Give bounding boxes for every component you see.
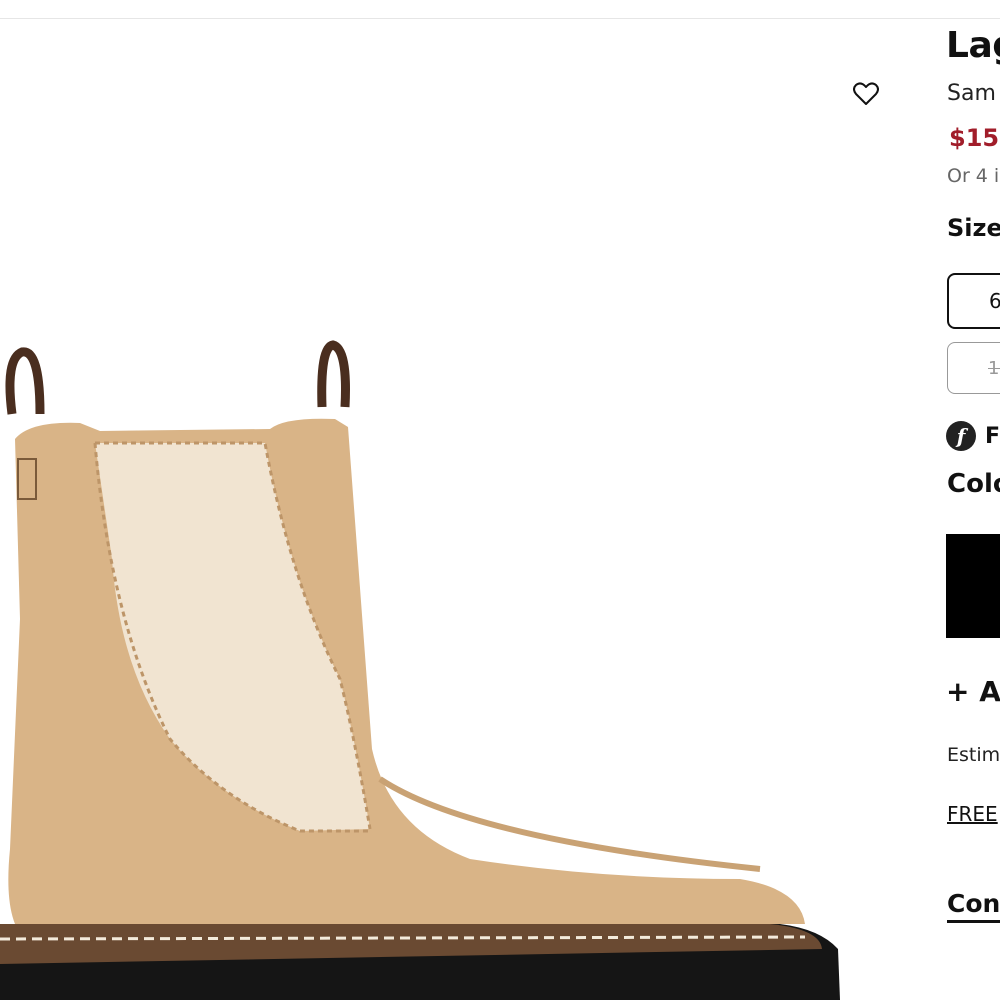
size-option-10-unavailable[interactable]: 10 <box>947 342 1000 394</box>
fit-info-row[interactable]: f F <box>946 421 1000 451</box>
heart-icon <box>853 82 879 105</box>
product-title: Lag <box>946 25 1000 66</box>
size-label: Size <box>947 214 1000 242</box>
brand-link[interactable]: Sam <box>947 81 996 106</box>
color-swatch-black[interactable] <box>946 534 1000 638</box>
fit-info-text: F <box>985 423 1000 449</box>
tab-conditions[interactable]: Con <box>947 889 1000 923</box>
product-image-chelsea-boot <box>0 340 840 1000</box>
product-details-panel: Lag Sam $157 Or 4 i Size 6 10 f F Colo +… <box>946 19 1000 1000</box>
top-bar <box>0 0 1000 19</box>
installments-text: Or 4 i <box>947 165 1000 187</box>
wishlist-button[interactable] <box>849 77 883 111</box>
free-shipping-link[interactable]: FREE <box>947 802 998 826</box>
size-option-6[interactable]: 6 <box>947 273 1000 329</box>
fit-f-icon: f <box>946 421 976 451</box>
product-price: $157 <box>949 124 1000 152</box>
product-image-gallery <box>0 19 930 1000</box>
color-label: Colo <box>947 469 1000 499</box>
size-option-label: 6 <box>989 289 1000 313</box>
delivery-estimate-text: Estim <box>947 744 1000 766</box>
add-to-bag-button[interactable]: + Ad <box>946 675 1000 708</box>
size-option-label: 10 <box>988 357 1000 379</box>
